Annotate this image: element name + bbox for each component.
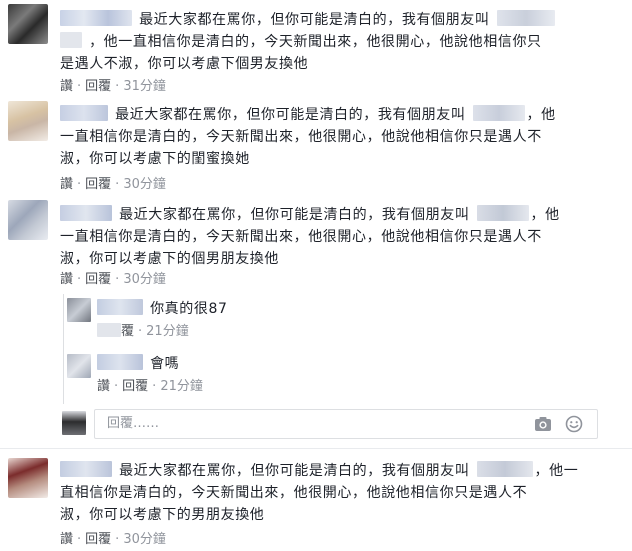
comment-actions: 讚 · 回覆 · 30分鐘 bbox=[60, 532, 166, 547]
comment-text: 最近大家都在罵你，但你可能是清白的，我有個朋友叫 ，他 一直相信你是清白的，今天… bbox=[60, 205, 560, 267]
comment-text: 最近大家都在罵你，但你可能是清白的，我有個朋友叫 ，他 一直相信你是清白的，今天… bbox=[60, 105, 556, 167]
reply-text: 你真的很87 bbox=[97, 298, 597, 320]
blurred-like bbox=[97, 323, 121, 337]
timestamp[interactable]: 21分鐘 bbox=[160, 379, 203, 394]
comment-4: 最近大家都在罵你，但你可能是清白的，我有個朋友叫 ，他一 直相信你是清白的，今天… bbox=[0, 452, 632, 551]
like-button[interactable]: 讚 bbox=[97, 379, 110, 394]
emoji-icon[interactable] bbox=[565, 415, 583, 433]
reply-input-box[interactable] bbox=[94, 409, 598, 439]
author-name[interactable] bbox=[60, 205, 112, 221]
like-button[interactable]: 讚 bbox=[60, 272, 73, 287]
reply-button[interactable]: 回覆 bbox=[85, 177, 111, 192]
reply-button[interactable]: 回覆 bbox=[85, 532, 111, 547]
comment-3: 最近大家都在罵你，但你可能是清白的，我有個朋友叫 ，他 一直相信你是清白的，今天… bbox=[0, 194, 632, 294]
author-name[interactable] bbox=[60, 105, 108, 121]
avatar[interactable] bbox=[67, 354, 91, 378]
comment-actions: 讚 · 回覆 · 31分鐘 bbox=[60, 79, 166, 94]
like-button[interactable]: 讚 bbox=[60, 532, 73, 547]
comment-2: 最近大家都在罵你，但你可能是清白的，我有個朋友叫 ，他 一直相信你是清白的，今天… bbox=[0, 97, 632, 194]
avatar[interactable] bbox=[8, 200, 48, 240]
comment-actions: 讚 · 回覆 · 30分鐘 bbox=[60, 177, 166, 192]
timestamp[interactable]: 30分鐘 bbox=[123, 177, 166, 192]
divider bbox=[0, 448, 632, 449]
avatar[interactable] bbox=[67, 298, 91, 322]
comment-1: 最近大家都在罵你，但你可能是清白的，我有個朋友叫 ，他一直相信你是清白的，今天新… bbox=[0, 0, 632, 96]
comment-actions: 讚 · 回覆 · 30分鐘 bbox=[60, 272, 166, 287]
camera-icon[interactable] bbox=[534, 416, 552, 432]
tagged-friend[interactable] bbox=[476, 205, 529, 221]
reply-button[interactable]: 回覆 bbox=[85, 272, 111, 287]
reply-button[interactable]: 回覆 bbox=[122, 379, 148, 394]
like-button[interactable]: 讚 bbox=[60, 79, 73, 94]
timestamp[interactable]: 31分鐘 bbox=[123, 79, 166, 94]
timestamp[interactable]: 30分鐘 bbox=[123, 532, 166, 547]
tagged-friend[interactable] bbox=[496, 10, 555, 26]
author-name[interactable] bbox=[97, 354, 143, 370]
reply-button[interactable]: 覆 bbox=[121, 324, 134, 339]
comment-text: 最近大家都在罵你，但你可能是清白的，我有個朋友叫 ，他一 直相信你是清白的，今天… bbox=[60, 461, 579, 523]
reply-button[interactable]: 回覆 bbox=[85, 79, 111, 94]
reply-actions: 讚 · 回覆 · 21分鐘 bbox=[97, 379, 203, 394]
author-name[interactable] bbox=[60, 10, 132, 26]
avatar[interactable] bbox=[8, 4, 48, 44]
avatar[interactable] bbox=[8, 458, 48, 498]
comment-text: 最近大家都在罵你，但你可能是清白的，我有個朋友叫 ，他一直相信你是清白的，今天新… bbox=[60, 9, 620, 75]
tagged-friend[interactable] bbox=[476, 461, 533, 477]
timestamp[interactable]: 30分鐘 bbox=[123, 272, 166, 287]
author-name[interactable] bbox=[60, 461, 112, 477]
like-button[interactable]: 讚 bbox=[60, 177, 73, 192]
tagged-friend-cont bbox=[60, 32, 82, 48]
reply-text: 會嗎 bbox=[97, 353, 597, 375]
author-name[interactable] bbox=[97, 299, 143, 315]
reply-input[interactable] bbox=[105, 415, 509, 432]
avatar bbox=[62, 411, 86, 435]
avatar[interactable] bbox=[8, 101, 48, 141]
tagged-friend[interactable] bbox=[472, 105, 525, 121]
reply-2: 會嗎 讚 · 回覆 · 21分鐘 bbox=[0, 350, 632, 402]
reply-1: 你真的很87 覆 · 21分鐘 bbox=[0, 294, 632, 346]
reply-actions: 覆 · 21分鐘 bbox=[97, 323, 189, 341]
timestamp[interactable]: 21分鐘 bbox=[146, 324, 189, 339]
